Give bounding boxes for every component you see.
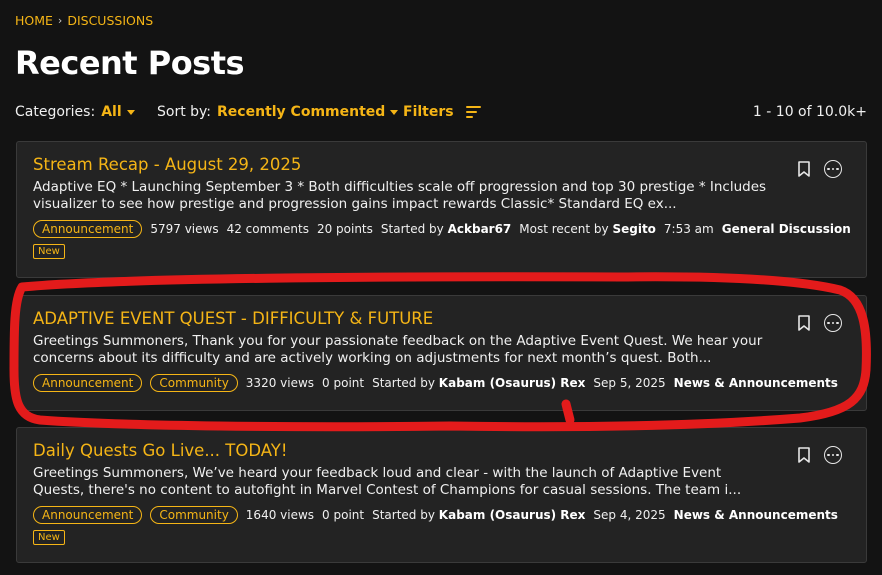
started-by: Started by Ackbar67 bbox=[381, 222, 511, 236]
categories-value: All bbox=[101, 104, 122, 120]
post-time: Sep 4, 2025 bbox=[593, 508, 666, 522]
started-by-label: Started by bbox=[372, 508, 435, 522]
post-time: Sep 5, 2025 bbox=[593, 376, 666, 390]
view-count: 1640 views bbox=[245, 508, 315, 522]
comment-count: 42 comments bbox=[226, 222, 309, 236]
point-count: 20 points bbox=[316, 222, 373, 236]
started-by: Started by Kabam (Osaurus) Rex bbox=[372, 376, 585, 390]
post-meta: Announcement Community 3320 views 0 poin… bbox=[33, 374, 838, 392]
sort-dropdown[interactable]: Recently Commented bbox=[217, 104, 399, 120]
new-badge: New bbox=[33, 530, 65, 545]
started-by-label: Started by bbox=[380, 222, 444, 236]
filters-icon bbox=[465, 106, 481, 118]
recent-author-link[interactable]: Segito bbox=[612, 222, 655, 236]
pagination-count: 1 - 10 of 10.0k+ bbox=[752, 104, 867, 120]
post-title[interactable]: Daily Quests Go Live... TODAY! bbox=[33, 441, 287, 460]
most-recent-by: Most recent by Segito bbox=[519, 222, 656, 236]
started-by-label: Started by bbox=[372, 376, 435, 390]
new-badge: New bbox=[33, 244, 65, 259]
category-link[interactable]: General Discussion bbox=[722, 222, 851, 236]
breadcrumb-separator: › bbox=[57, 14, 63, 27]
author-link[interactable]: Kabam (Osaurus) Rex bbox=[439, 376, 586, 390]
categories-filter: Categories: All bbox=[15, 104, 135, 120]
post-meta: Announcement Community 1640 views 0 poin… bbox=[33, 506, 838, 524]
page-title: Recent Posts bbox=[15, 44, 245, 82]
sort-value: Recently Commented bbox=[217, 104, 386, 120]
categories-label: Categories: bbox=[15, 104, 96, 120]
tag-announcement[interactable]: Announcement bbox=[33, 374, 143, 392]
toolbar: Categories: All Sort by: Recently Commen… bbox=[15, 104, 867, 124]
tag-community[interactable]: Community bbox=[150, 506, 238, 524]
point-count: 0 point bbox=[322, 376, 365, 390]
tag-community[interactable]: Community bbox=[150, 374, 238, 392]
point-count: 0 point bbox=[322, 508, 365, 522]
more-options-icon[interactable] bbox=[824, 446, 842, 464]
view-count: 5797 views bbox=[150, 222, 219, 236]
tag-announcement[interactable]: Announcement bbox=[33, 220, 143, 238]
categories-dropdown[interactable]: All bbox=[101, 104, 135, 120]
sort-control: Sort by: Recently Commented bbox=[157, 104, 399, 120]
sort-label: Sort by: bbox=[157, 104, 212, 120]
author-link[interactable]: Kabam (Osaurus) Rex bbox=[439, 508, 586, 522]
post-card[interactable]: Daily Quests Go Live... TODAY! Greetings… bbox=[16, 427, 867, 563]
breadcrumb: HOME › DISCUSSIONS bbox=[15, 13, 153, 28]
post-card[interactable]: ADAPTIVE EVENT QUEST - DIFFICULTY & FUTU… bbox=[16, 295, 867, 411]
most-recent-label: Most recent by bbox=[519, 222, 609, 236]
breadcrumb-home[interactable]: HOME bbox=[15, 13, 53, 28]
post-title[interactable]: ADAPTIVE EVENT QUEST - DIFFICULTY & FUTU… bbox=[33, 309, 433, 328]
filters-label: Filters bbox=[403, 104, 454, 120]
category-link[interactable]: News & Announcements bbox=[674, 508, 838, 522]
post-title[interactable]: Stream Recap - August 29, 2025 bbox=[33, 155, 301, 174]
bookmark-icon[interactable] bbox=[798, 161, 810, 177]
post-excerpt: Greetings Summoners, We’ve heard your fe… bbox=[33, 465, 742, 498]
caret-down-icon bbox=[126, 109, 135, 115]
post-excerpt: Greetings Summoners, Thank you for your … bbox=[33, 333, 763, 366]
more-options-icon[interactable] bbox=[824, 160, 842, 178]
view-count: 3320 views bbox=[245, 376, 315, 390]
caret-down-icon bbox=[390, 109, 399, 115]
filters-button[interactable]: Filters bbox=[403, 104, 481, 120]
post-time: 7:53 am bbox=[663, 222, 714, 236]
breadcrumb-discussions[interactable]: DISCUSSIONS bbox=[67, 13, 153, 28]
started-by: Started by Kabam (Osaurus) Rex bbox=[372, 508, 585, 522]
author-link[interactable]: Ackbar67 bbox=[448, 222, 512, 236]
post-excerpt: Adaptive EQ * Launching September 3 * Bo… bbox=[33, 179, 767, 212]
post-card[interactable]: Stream Recap - August 29, 2025 Adaptive … bbox=[16, 141, 867, 278]
category-link[interactable]: News & Announcements bbox=[674, 376, 838, 390]
tag-announcement[interactable]: Announcement bbox=[33, 506, 143, 524]
bookmark-icon[interactable] bbox=[798, 447, 810, 463]
more-options-icon[interactable] bbox=[824, 314, 842, 332]
bookmark-icon[interactable] bbox=[798, 315, 810, 331]
post-meta: Announcement 5797 views 42 comments 20 p… bbox=[33, 220, 851, 238]
